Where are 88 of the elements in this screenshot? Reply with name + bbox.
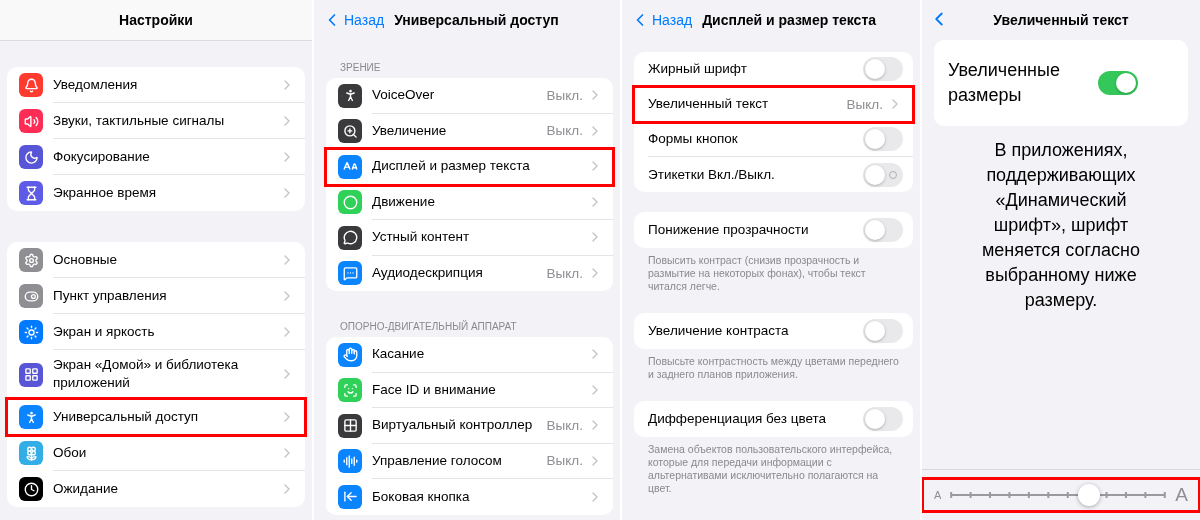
row-label: Управление голосом — [372, 451, 503, 470]
row-label: Устный контент — [372, 228, 471, 247]
settings-row[interactable]: Боковая кнопка — [326, 479, 613, 515]
footnote-text: Повысьте контрастность между цветами переднего и заднего планов приложения. — [647, 354, 900, 381]
settings-row[interactable]: Face ID и внимание — [326, 372, 613, 408]
row-label: Боковая кнопка — [372, 487, 471, 506]
screen-title: Настройки — [119, 12, 193, 28]
status-value: Выкл. — [846, 96, 883, 112]
settings-row[interactable]: Управление голосом Выкл. — [326, 443, 613, 479]
row-label: Увеличение контраста — [648, 322, 790, 340]
screen-title: Увеличенный текст — [993, 12, 1129, 28]
row-label: Увеличенные размеры — [948, 59, 1061, 107]
row-label: Дисплей и размер текста — [372, 157, 531, 176]
row-label: Экран «Домой» и библиотека приложений — [53, 356, 240, 392]
description-text: В приложениях, поддерживающих «Динамический шрифт», шрифт меняется согласно выбранному ниже размеру. — [980, 139, 1142, 312]
row-label: Пункт управления — [53, 286, 168, 305]
status-value: Выкл. — [546, 123, 583, 139]
back-button[interactable]: Назад — [322, 10, 385, 30]
settings-row[interactable]: Уведомления — [7, 67, 305, 103]
row-label: Фокусирование — [53, 147, 151, 166]
settings-row[interactable]: Экран и яркость — [7, 314, 305, 350]
toggle-switch[interactable] — [863, 127, 903, 151]
back-button[interactable]: Назад — [630, 10, 693, 30]
row-label: Этикетки Вкл./Выкл. — [648, 165, 776, 184]
toggle-switch[interactable] — [863, 57, 903, 81]
settings-row[interactable]: Ожидание — [7, 471, 305, 507]
row-label: Уведомления — [53, 75, 139, 94]
settings-row[interactable]: Увеличенный текст Выкл. — [634, 87, 913, 122]
row-label: Аудиодескрипция — [372, 264, 484, 283]
toggle-switch[interactable] — [863, 407, 903, 431]
settings-row[interactable]: Жирный шрифт — [634, 52, 913, 87]
settings-row[interactable]: Фокусирование — [7, 139, 305, 175]
toggle-switch[interactable] — [863, 319, 903, 343]
settings-row[interactable]: Звуки, тактильные сигналы — [7, 103, 305, 139]
slider-thumb[interactable] — [1077, 484, 1100, 506]
row-label: Экранное время — [53, 184, 158, 202]
footnote-text: Повысить контраст (снизив прозрачность и размытие на некоторых фонах), чтобы текст читался легче. — [647, 253, 867, 293]
row-label: Жирный шрифт — [648, 60, 748, 78]
row-label: Увеличение — [372, 121, 448, 140]
status-value: Выкл. — [546, 417, 583, 433]
settings-row[interactable]: Виртуальный контроллер Выкл. — [326, 408, 613, 444]
settings-row[interactable]: Устный контент — [326, 220, 613, 256]
status-value: Выкл. — [546, 453, 583, 469]
row-label: Обои — [53, 443, 88, 462]
row-label: Формы кнопок — [648, 130, 739, 148]
row-label: Касание — [372, 345, 426, 364]
section-header: ОПОРНО-ДВИГАТЕЛЬНЫЙ АППАРАТ — [339, 321, 518, 334]
row-label: Экран и яркость — [53, 322, 156, 341]
settings-row[interactable]: VoiceOver Выкл. — [326, 78, 613, 114]
row-label: Ожидание — [53, 480, 119, 498]
toggle-switch[interactable] — [863, 162, 903, 187]
status-value: Выкл. — [546, 87, 583, 103]
row-label: Звуки, тактильные сигналы — [53, 111, 226, 130]
screen-title: Универсальный доступ — [394, 12, 559, 28]
toggle-switch[interactable] — [863, 218, 903, 242]
settings-row[interactable]: Экранное время — [7, 175, 305, 211]
screen-title: Дисплей и размер текста — [702, 12, 877, 28]
settings-row[interactable]: Увеличение контраста — [634, 313, 913, 349]
row-label: Виртуальный контроллер — [372, 416, 534, 435]
settings-row[interactable]: Универсальный доступ — [7, 399, 305, 435]
settings-row[interactable]: Дисплей и размер текста — [326, 149, 613, 185]
row-label: Понижение прозрачности — [648, 221, 810, 239]
row-label: Универсальный доступ — [53, 407, 200, 426]
settings-row[interactable]: Касание — [326, 337, 613, 373]
row-label: Основные — [53, 250, 119, 269]
row-label: VoiceOver — [372, 86, 436, 105]
large-letter-label: A — [1175, 484, 1188, 506]
section-header: ЗРЕНИЕ — [339, 62, 382, 75]
row-label: Дифференциация без цвета — [648, 410, 828, 428]
settings-row[interactable]: Основные — [7, 242, 305, 278]
settings-row[interactable]: Понижение прозрачности — [634, 212, 913, 248]
settings-row[interactable]: Аудиодескрипция Выкл. — [326, 255, 613, 291]
toggle-switch[interactable] — [1098, 71, 1138, 95]
settings-row[interactable]: Увеличение Выкл. — [326, 113, 613, 149]
settings-row[interactable]: Этикетки Вкл./Выкл. — [634, 157, 913, 192]
small-letter-label: A — [934, 489, 942, 501]
footnote-text: Замена объектов пользовательского интерфейса, которые для передачи информации с альтернативами исключительно полагаются на цвет. — [647, 442, 894, 495]
settings-row[interactable]: Обои — [7, 435, 305, 471]
status-value: Выкл. — [546, 265, 583, 281]
settings-row[interactable]: Пункт управления — [7, 278, 305, 314]
row-label: Face ID и внимание — [372, 380, 497, 399]
settings-row[interactable]: Движение — [326, 184, 613, 220]
row-label: Увеличенный текст — [648, 95, 770, 113]
settings-row[interactable]: Формы кнопок — [634, 122, 913, 157]
settings-row[interactable]: Дифференциация без цвета — [634, 401, 913, 437]
row-label: Движение — [372, 192, 436, 211]
slider-track[interactable] — [949, 484, 1168, 506]
settings-row[interactable]: Экран «Домой» и библиотека приложений — [7, 350, 305, 399]
